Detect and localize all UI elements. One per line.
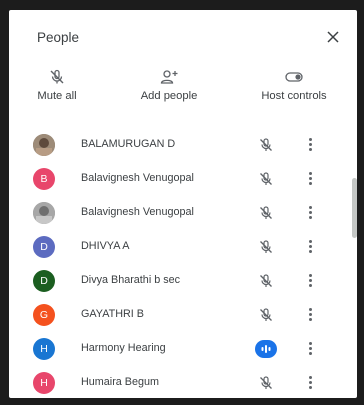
action-bar: Mute all Add people Host controls (9, 68, 357, 118)
panel-title: People (37, 30, 80, 45)
participant-row[interactable]: D DHIVYA A (9, 230, 357, 264)
mic-off-icon[interactable] (258, 273, 274, 289)
mute-all-label: Mute all (37, 90, 77, 102)
scrollbar-thumb[interactable] (352, 178, 357, 238)
mic-off-icon[interactable] (258, 205, 274, 221)
panel-header: People (9, 10, 357, 62)
add-people-label: Add people (140, 90, 198, 102)
avatar: B (33, 168, 55, 190)
participant-name: Harmony Hearing (81, 342, 166, 354)
participant-row[interactable]: H Humaira Begum (9, 366, 357, 398)
avatar: D (33, 236, 55, 258)
mic-off-icon[interactable] (258, 137, 274, 153)
avatar (33, 134, 55, 156)
more-options-icon[interactable] (305, 340, 315, 358)
more-options-icon[interactable] (305, 374, 315, 392)
participant-row[interactable]: H Harmony Hearing (9, 332, 357, 366)
more-options-icon[interactable] (305, 136, 315, 154)
participant-name: Humaira Begum (81, 376, 160, 388)
participant-name: Balavignesh Venugopal (81, 172, 194, 184)
participant-row[interactable]: Balavignesh Venugopal (9, 196, 357, 230)
avatar: G (33, 304, 55, 326)
participant-name: Balavignesh Venugopal (81, 206, 194, 218)
more-options-icon[interactable] (305, 204, 315, 222)
mic-off-icon[interactable] (258, 307, 274, 323)
more-options-icon[interactable] (305, 272, 315, 290)
more-options-icon[interactable] (305, 306, 315, 324)
add-people-button[interactable]: Add people (129, 68, 209, 102)
avatar: D (33, 270, 55, 292)
participant-name: Divya Bharathi b sec (81, 274, 181, 286)
people-panel: People Mute all Add people Host controls… (9, 10, 357, 398)
speaking-indicator-icon[interactable] (255, 340, 277, 358)
avatar: H (33, 338, 55, 360)
mic-off-icon[interactable] (258, 375, 274, 391)
participant-name: BALAMURUGAN D (81, 138, 176, 150)
participant-row[interactable]: BALAMURUGAN D (9, 128, 357, 162)
close-icon[interactable] (325, 29, 341, 45)
host-controls-label: Host controls (261, 90, 327, 102)
avatar: H (33, 372, 55, 394)
participant-row[interactable]: B Balavignesh Venugopal (9, 162, 357, 196)
participant-row[interactable]: G GAYATHRI B (9, 298, 357, 332)
mic-off-icon[interactable] (258, 239, 274, 255)
mute-all-button[interactable]: Mute all (27, 68, 87, 102)
toggle-icon (249, 68, 339, 86)
participant-name: DHIVYA A (81, 240, 130, 252)
participant-list: BALAMURUGAN D B Balavignesh Venugopal Ba… (9, 128, 357, 398)
mic-off-icon (27, 68, 87, 86)
avatar (33, 202, 55, 224)
participant-row[interactable]: D Divya Bharathi b sec (9, 264, 357, 298)
person-add-icon (129, 68, 209, 86)
mic-off-icon[interactable] (258, 171, 274, 187)
host-controls-button[interactable]: Host controls (249, 68, 339, 102)
participant-name: GAYATHRI B (81, 308, 144, 320)
more-options-icon[interactable] (305, 170, 315, 188)
more-options-icon[interactable] (305, 238, 315, 256)
